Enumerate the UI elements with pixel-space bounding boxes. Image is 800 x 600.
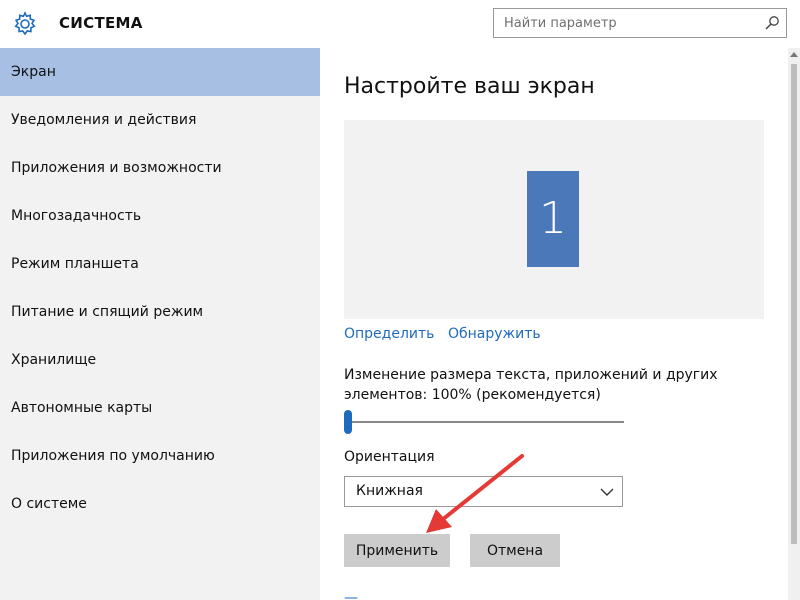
- slider-track: [344, 421, 624, 423]
- sidebar-item-offline-maps[interactable]: Автономные карты: [0, 384, 320, 432]
- sidebar-item-tablet-mode[interactable]: Режим планшета: [0, 240, 320, 288]
- scale-slider[interactable]: [344, 410, 624, 434]
- sidebar-item-storage[interactable]: Хранилище: [0, 336, 320, 384]
- apply-button[interactable]: Применить: [344, 534, 450, 567]
- gear-icon: [14, 11, 36, 36]
- scrollbar[interactable]: [788, 48, 800, 600]
- orientation-dropdown[interactable]: Книжная: [344, 476, 623, 507]
- orientation-label: Ориентация: [344, 449, 435, 465]
- cancel-button[interactable]: Отмена: [470, 534, 560, 567]
- section-title: Настройте ваш экран: [344, 74, 595, 99]
- sidebar-item-multitasking[interactable]: Многозадачность: [0, 192, 320, 240]
- search-input[interactable]: [494, 9, 756, 37]
- search-icon[interactable]: [764, 15, 780, 31]
- sidebar-item-about[interactable]: О системе: [0, 480, 320, 528]
- sidebar-item-display[interactable]: Экран: [0, 48, 320, 96]
- monitor-tile[interactable]: 1: [527, 171, 579, 267]
- sidebar-item-default-apps[interactable]: Приложения по умолчанию: [0, 432, 320, 480]
- detect-link[interactable]: Обнаружить: [448, 326, 541, 342]
- cutoff-link[interactable]: —: [344, 590, 358, 600]
- chevron-down-icon: [600, 488, 614, 496]
- page-title: СИСТЕМА: [59, 14, 143, 32]
- scroll-thumb[interactable]: [791, 64, 797, 544]
- identify-link[interactable]: Определить: [344, 326, 434, 342]
- header: СИСТЕМА: [0, 0, 800, 48]
- orientation-selected-value: Книжная: [356, 483, 423, 499]
- search-box[interactable]: [493, 8, 787, 38]
- scroll-up-arrow-icon[interactable]: [788, 48, 800, 62]
- settings-window: СИСТЕМА Экран Уведомления и действия При…: [0, 0, 800, 600]
- sidebar-item-power-sleep[interactable]: Питание и спящий режим: [0, 288, 320, 336]
- main-content: Настройте ваш экран 1 Определить Обнаруж…: [320, 48, 788, 600]
- display-arrangement-area: 1: [344, 120, 764, 319]
- sidebar-item-notifications[interactable]: Уведомления и действия: [0, 96, 320, 144]
- sidebar-nav: Экран Уведомления и действия Приложения …: [0, 48, 320, 600]
- scale-label: Изменение размера текста, приложений и д…: [344, 367, 718, 403]
- sidebar-item-apps-features[interactable]: Приложения и возможности: [0, 144, 320, 192]
- slider-thumb[interactable]: [344, 410, 352, 434]
